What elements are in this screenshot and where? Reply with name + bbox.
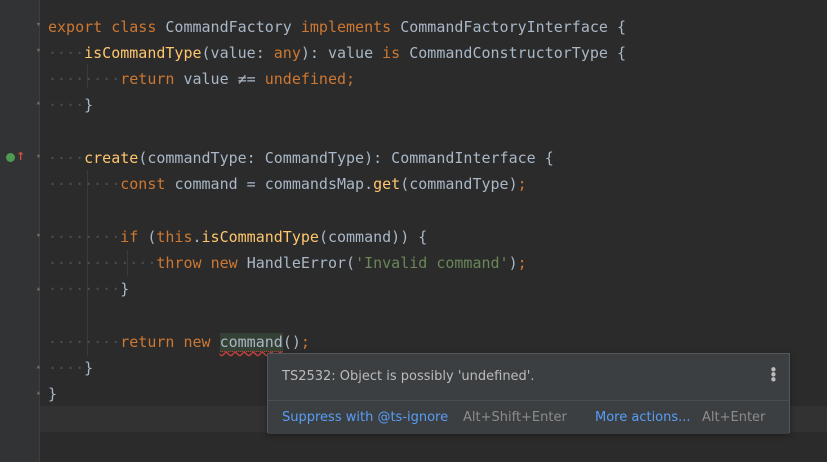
code-token: (value:	[201, 44, 274, 62]
code-token: ()	[282, 333, 301, 351]
code-token: any	[273, 44, 301, 62]
indent-whitespace: ····	[48, 149, 85, 167]
indent-whitespace: ········	[48, 280, 121, 298]
code-token: CommandConstructorType {	[409, 44, 626, 62]
code-token: throw	[156, 254, 211, 272]
code-token: ): value	[300, 44, 383, 62]
fold-icon[interactable]: ▾	[33, 20, 44, 31]
code-token: }	[48, 385, 58, 403]
fold-end-icon[interactable]: ▴	[33, 98, 44, 109]
error-highlight-token: command	[219, 333, 283, 352]
code-token: }	[84, 96, 94, 114]
code-token: }	[120, 280, 130, 298]
code-token: new	[183, 333, 220, 351]
indent-whitespace: ····	[48, 96, 85, 114]
indent-whitespace: ········	[48, 175, 121, 193]
override-dot-icon	[6, 152, 15, 162]
code-token: get	[373, 175, 401, 193]
error-tooltip: TS2532: Object is possibly 'undefined'. …	[267, 353, 790, 434]
code-token: return	[120, 333, 184, 351]
implements-method-icon[interactable]: ↑	[6, 150, 25, 164]
code-token: 'Invalid command'	[355, 254, 509, 272]
code-line[interactable]: ········if (this.isCommandType(command))…	[48, 224, 427, 250]
code-line[interactable]: ········}	[48, 276, 129, 302]
code-token: if	[120, 228, 148, 246]
code-token: ;	[300, 333, 310, 351]
code-token: const	[120, 175, 175, 193]
more-actions-shortcut: Alt+Enter	[702, 410, 766, 425]
code-token: new	[210, 254, 247, 272]
tooltip-actions: Suppress with @ts-ignore Alt+Shift+Enter…	[268, 400, 789, 434]
indent-whitespace: ········	[48, 228, 121, 246]
suppress-ts-ignore-link[interactable]: Suppress with @ts-ignore	[282, 410, 448, 425]
code-token: value ≠=	[183, 70, 265, 88]
code-token: (commandType)	[400, 175, 518, 193]
code-token: ;	[346, 70, 356, 88]
code-token: isCommandType	[84, 44, 202, 62]
code-token: (command)) {	[318, 228, 428, 246]
code-token: CommandFactoryInterface {	[400, 18, 626, 36]
code-line[interactable]: ····create(commandType: CommandType): Co…	[48, 145, 554, 171]
code-token: export	[48, 18, 112, 36]
code-token: return	[120, 70, 184, 88]
code-token: .	[192, 228, 202, 246]
code-token: )	[508, 254, 518, 272]
code-token: command = commandsMap.	[174, 175, 374, 193]
indent-whitespace: ············	[48, 254, 157, 272]
code-token: create	[84, 149, 139, 167]
indent-whitespace: ········	[48, 333, 121, 351]
code-token: (commandType: CommandType): CommandInter…	[138, 149, 554, 167]
code-line[interactable]: ····}	[48, 92, 93, 118]
code-token: ;	[517, 175, 527, 193]
code-line[interactable]: }	[48, 381, 57, 407]
more-actions-link[interactable]: More actions...	[595, 410, 691, 425]
indent-whitespace: ····	[48, 44, 85, 62]
fold-end-icon[interactable]: ▴	[33, 362, 44, 373]
indent-whitespace: ····	[48, 359, 85, 377]
code-line[interactable]: ········const command = commandsMap.get(…	[48, 171, 527, 197]
code-token: undefined	[264, 70, 347, 88]
code-line[interactable]: export class CommandFactory implements C…	[48, 14, 626, 40]
code-token: class	[111, 18, 166, 36]
fold-icon[interactable]: ▾	[33, 152, 44, 163]
code-token: ;	[517, 254, 527, 272]
code-token: isCommandType	[201, 228, 319, 246]
error-message: TS2532: Object is possibly 'undefined'.	[282, 369, 535, 384]
code-token: HandleError(	[246, 254, 356, 272]
fold-end-icon[interactable]: ▴	[33, 388, 44, 399]
fold-icon[interactable]: ▾	[33, 46, 44, 57]
code-line[interactable]: ········return new command();	[48, 329, 310, 355]
code-token: is	[382, 44, 410, 62]
code-token: CommandFactory	[165, 18, 301, 36]
code-line[interactable]: ····}	[48, 355, 93, 381]
up-arrow-icon: ↑	[16, 150, 26, 163]
code-token: implements	[300, 18, 401, 36]
code-line[interactable]: ····isCommandType(value: any): value is …	[48, 40, 626, 66]
fold-end-icon[interactable]: ▴	[33, 284, 44, 295]
suppress-shortcut: Alt+Shift+Enter	[463, 410, 567, 425]
code-line[interactable]: ············throw new HandleError('Inval…	[48, 250, 527, 276]
code-token: }	[84, 359, 94, 377]
indent-whitespace: ········	[48, 70, 121, 88]
more-vertical-icon[interactable]: • • •	[769, 363, 778, 388]
code-line[interactable]: ········return value ≠= undefined;	[48, 66, 355, 92]
code-token: this	[156, 228, 193, 246]
fold-icon[interactable]: ▾	[33, 231, 44, 242]
